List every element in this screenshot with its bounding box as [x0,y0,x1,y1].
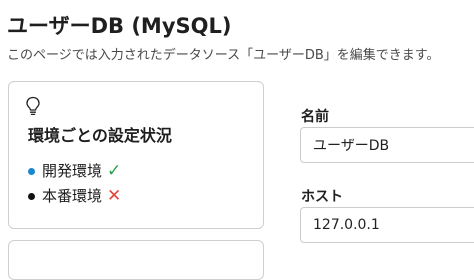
environment-status-card: 環境ごとの設定状況 開発環境 ✓ 本番環境 ✕ [8,81,264,229]
environment-item-production: 本番環境 ✕ [28,185,121,207]
name-field[interactable] [300,127,474,163]
secondary-card [8,240,264,280]
environment-label-production: 本番環境 [42,187,103,205]
environment-dot-development [28,167,35,175]
card-title: 環境ごとの設定状況 [28,126,172,145]
lightbulb-icon [26,96,40,116]
name-label: 名前 [301,109,329,125]
cross-icon: ✕ [107,186,122,206]
host-label: ホスト [301,189,343,205]
check-icon: ✓ [107,161,122,181]
host-field[interactable] [300,207,474,243]
environment-item-development: 開発環境 ✓ [28,160,121,182]
environment-dot-production [28,192,35,200]
page-title: ユーザーDB (MySQL) [7,14,232,38]
page-description: このページでは入力されたデータソース「ユーザーDB」を編集できます。 [7,48,440,63]
environment-label-development: 開発環境 [42,162,103,180]
